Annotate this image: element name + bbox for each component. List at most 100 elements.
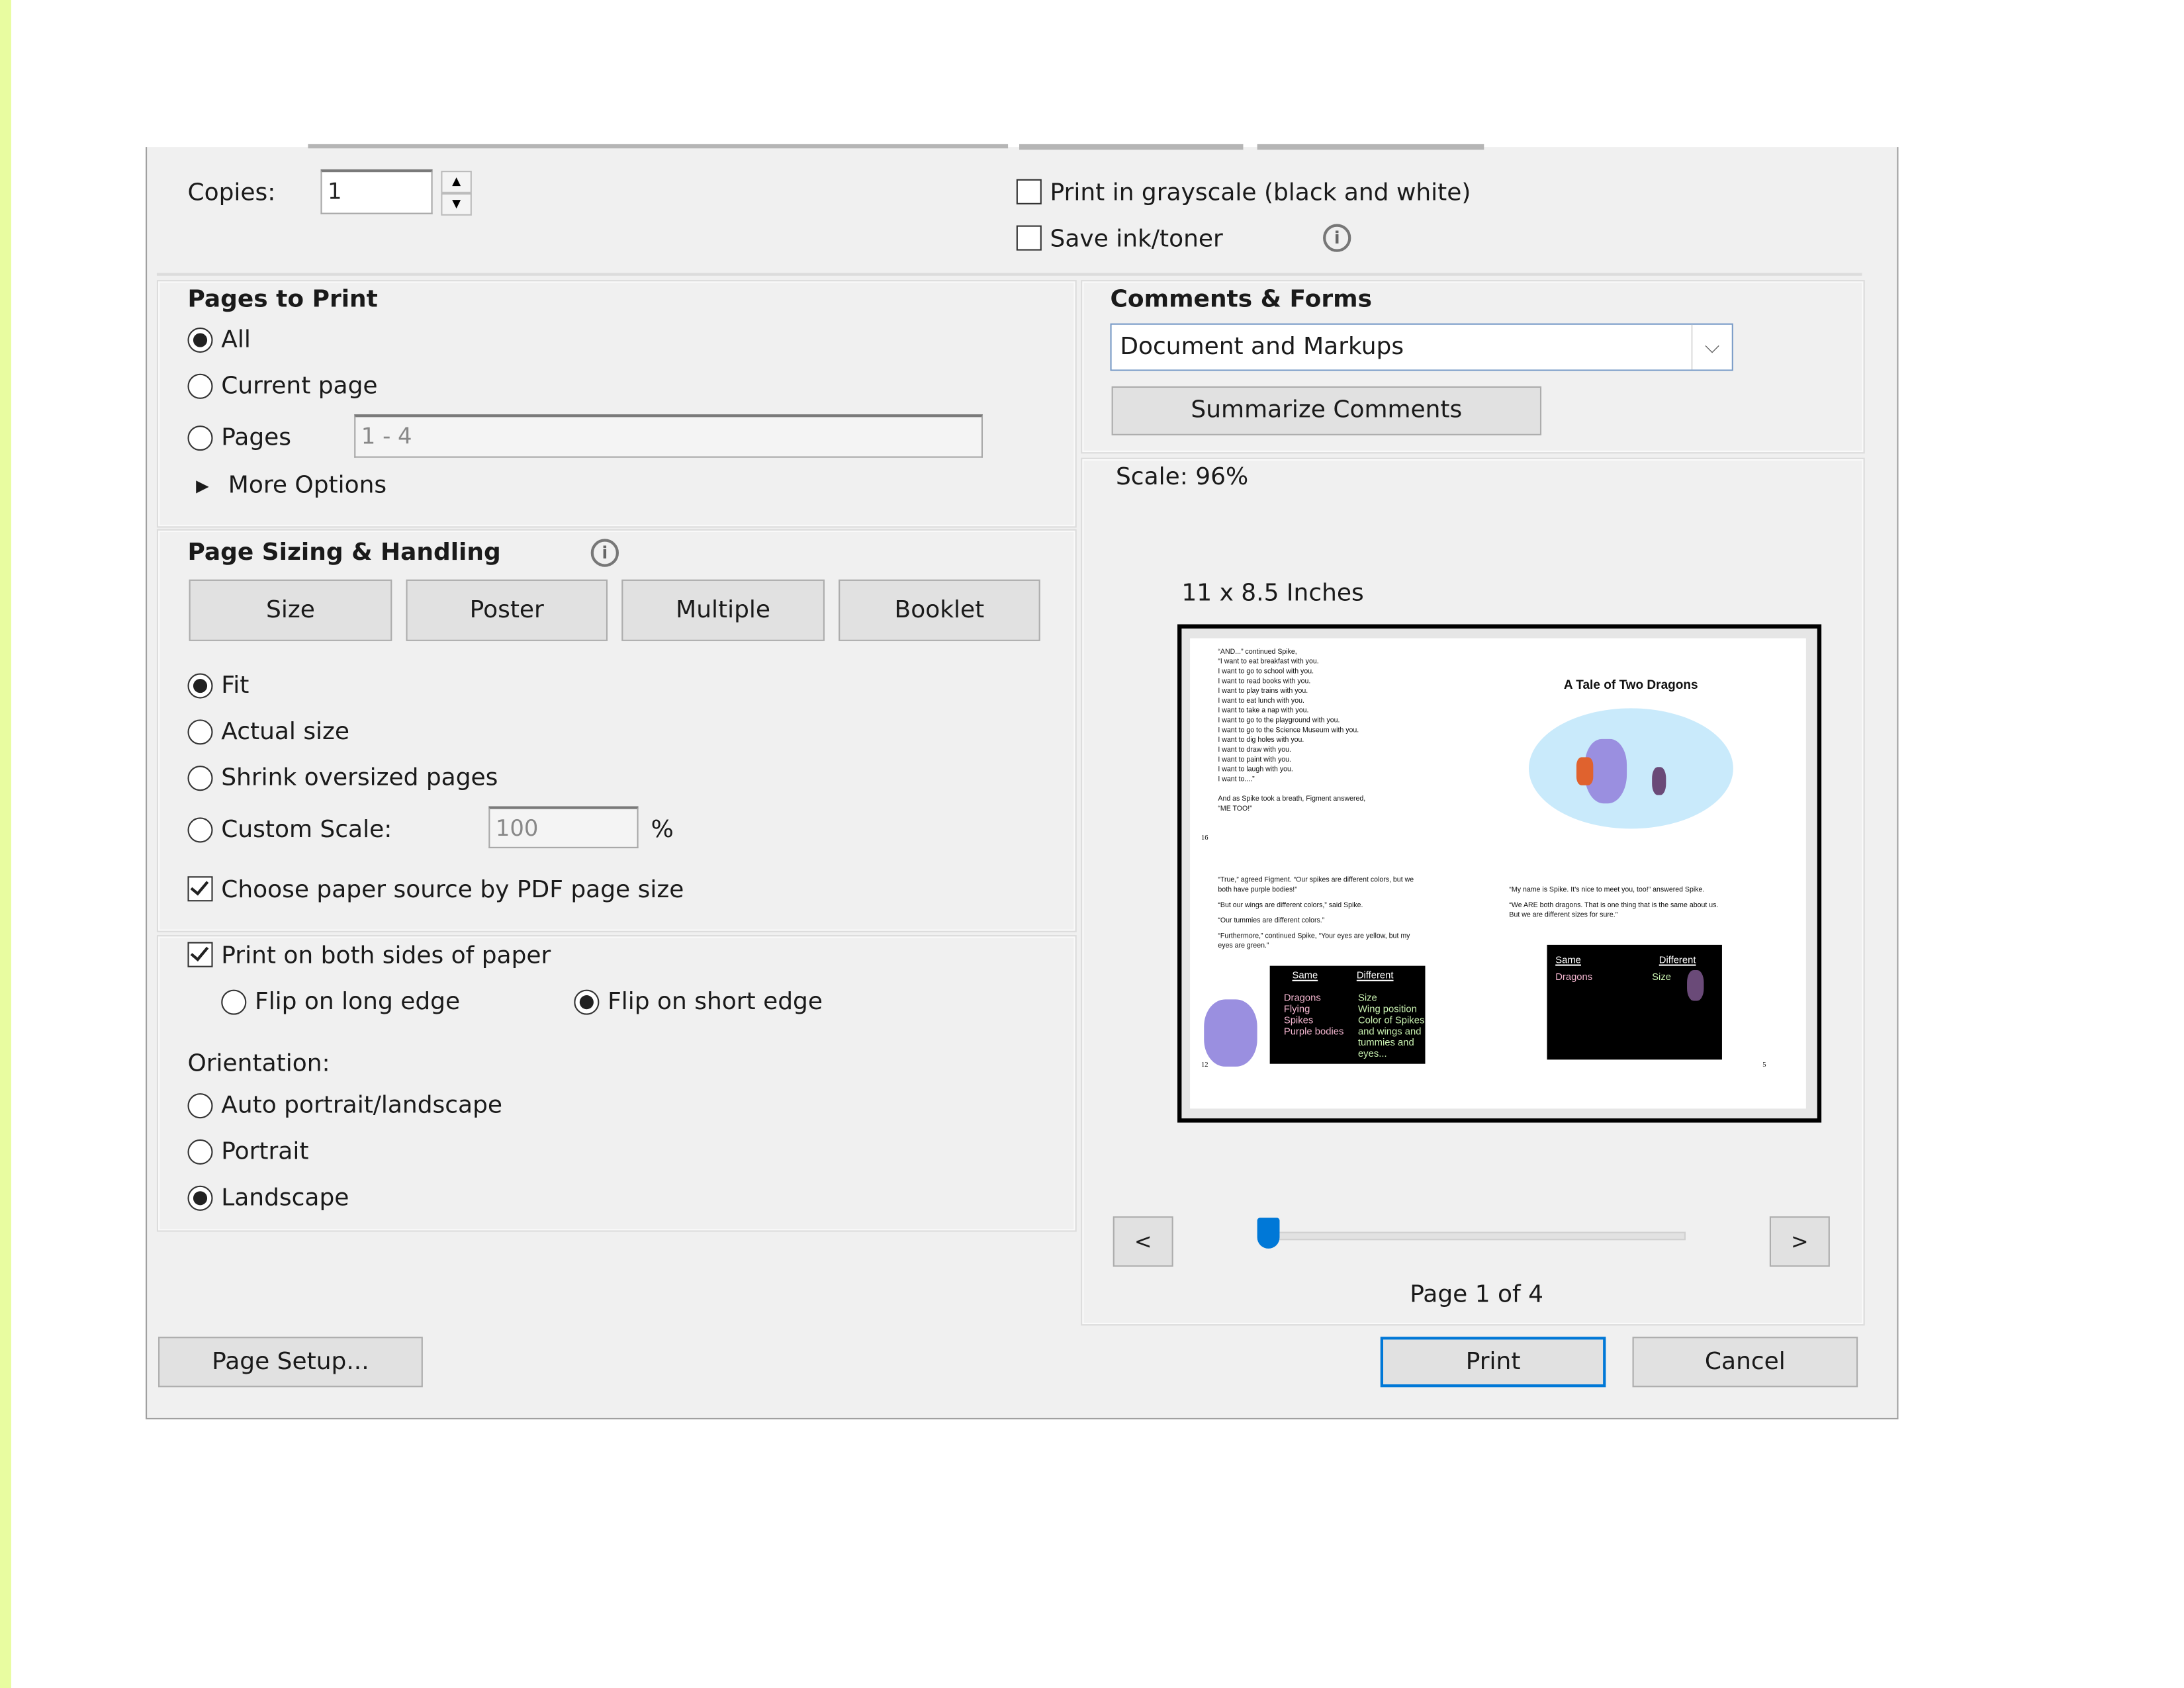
preview-line: Purple bodies <box>1283 1027 1344 1038</box>
preview-line: Size <box>1357 993 1377 1004</box>
chart2-different-heading: Different <box>1659 955 1696 966</box>
print-button[interactable]: Print <box>1380 1337 1606 1388</box>
more-options-toggle[interactable]: More Options <box>228 472 387 500</box>
preview-line: both have purple bodies!” <box>1218 886 1297 895</box>
radio-all[interactable] <box>187 328 213 353</box>
info-icon[interactable]: i <box>590 539 619 567</box>
orientation-label: Orientation: <box>187 1049 330 1078</box>
advanced-button-edge[interactable] <box>1257 144 1484 150</box>
cancel-button[interactable]: Cancel <box>1632 1337 1858 1388</box>
summarize-comments-button[interactable]: Summarize Comments <box>1111 386 1542 435</box>
custom-scale-input[interactable]: 100 <box>488 806 639 848</box>
tab-size[interactable]: Size <box>189 579 392 641</box>
chart1-different-items: Size Wing position Color of Spikes and wing… <box>1358 994 1424 1061</box>
preview-line: I want to go to the Science Museum with … <box>1218 726 1359 735</box>
save-ink-label: Save ink/toner <box>1050 225 1223 253</box>
preview-line: Flying <box>1283 1004 1310 1015</box>
paper-size-label: 11 x 8.5 Inches <box>1181 579 1364 608</box>
radio-custom-scale[interactable] <box>187 817 213 843</box>
preview-line: I want to read books with you. <box>1218 677 1311 686</box>
preview-line: “My name is Spike. It’s nice to meet you… <box>1509 886 1705 895</box>
page-slider-track[interactable] <box>1259 1231 1686 1241</box>
page-setup-button[interactable]: Page Setup... <box>158 1337 423 1388</box>
radio-flip-long-label: Flip on long edge <box>255 988 461 1016</box>
page-sizing-title: Page Sizing & Handling <box>187 539 501 567</box>
save-ink-checkbox[interactable] <box>1016 225 1042 251</box>
info-icon[interactable]: i <box>1323 224 1351 252</box>
radio-custom-scale-label: Custom Scale: <box>221 816 392 844</box>
copies-input[interactable]: 1 <box>320 169 433 214</box>
copies-label: Copies: <box>187 179 276 208</box>
radio-flip-long[interactable] <box>221 989 247 1015</box>
radio-landscape[interactable] <box>187 1185 213 1211</box>
preview-line: “But our wings are different colors,” sa… <box>1218 901 1363 911</box>
page-slider-thumb[interactable] <box>1257 1218 1280 1249</box>
comments-forms-value: Document and Markups <box>1120 333 1404 361</box>
preview-line: “Furthermore,” continued Spike, “Your ey… <box>1218 932 1410 941</box>
preview-text-bottom-left: “True,” agreed Figment. “Our spikes are … <box>1218 876 1414 952</box>
radio-pages-label: Pages <box>221 423 292 453</box>
comparison-chart-2: Same Different Dragons Size <box>1547 944 1722 1060</box>
preview-line: I want to play trains with you. <box>1218 687 1308 696</box>
preview-line: “AND...” continued Spike, <box>1218 648 1297 657</box>
preview-line: “ME TOO!” <box>1218 805 1252 814</box>
radio-auto-orientation-label: Auto portrait/landscape <box>221 1092 503 1120</box>
preview-line: I want to dig holes with you. <box>1218 736 1304 745</box>
chart1-same-items: Dragons Flying Spikes Purple bodies <box>1284 994 1344 1039</box>
expand-triangle-icon[interactable]: ▶ <box>196 472 209 500</box>
page-number-16: 16 <box>1201 835 1208 843</box>
tab-booklet[interactable]: Booklet <box>839 579 1040 641</box>
properties-button-edge[interactable] <box>1019 144 1244 150</box>
radio-shrink[interactable] <box>187 766 213 791</box>
radio-fit[interactable] <box>187 673 213 699</box>
comparison-chart-1: Same Different Dragons Flying Spikes Purple… <box>1269 965 1426 1064</box>
radio-current-page[interactable] <box>187 373 213 399</box>
radio-auto-orientation[interactable] <box>187 1093 213 1119</box>
page-number-12: 12 <box>1201 1062 1208 1070</box>
paper-source-label: Choose paper source by PDF page size <box>221 876 684 905</box>
previous-page-button[interactable]: < <box>1113 1216 1173 1267</box>
radio-flip-short-label: Flip on short edge <box>608 988 823 1016</box>
pages-range-input[interactable]: 1 - 4 <box>354 414 983 458</box>
radio-portrait[interactable] <box>187 1139 213 1165</box>
preview-line: “I want to eat breakfast with you. <box>1218 658 1319 666</box>
preview-line: Wing position <box>1357 1004 1417 1015</box>
grayscale-label: Print in grayscale (black and white) <box>1050 179 1471 208</box>
preview-line: I want to laugh with you. <box>1218 766 1293 774</box>
preview-text-bottom-right: “My name is Spike. It’s nice to meet you… <box>1509 886 1718 921</box>
tab-poster[interactable]: Poster <box>406 579 608 641</box>
comments-forms-title: Comments & Forms <box>1110 285 1372 314</box>
radio-all-label: All <box>221 326 251 355</box>
preview-line: I want to eat lunch with you. <box>1218 697 1304 706</box>
copies-down-icon[interactable]: ▼ <box>441 193 472 216</box>
left-edge-strip <box>0 0 11 1688</box>
preview-line: Dragons <box>1283 993 1321 1004</box>
radio-pages[interactable] <box>187 425 213 451</box>
preview-text-top-left-end: And as Spike took a breath, Figment answ… <box>1218 795 1365 815</box>
radio-fit-label: Fit <box>221 672 250 700</box>
copies-up-icon[interactable]: ▲ <box>441 171 472 193</box>
preview-line: “Our tummies are different colors.” <box>1218 916 1325 926</box>
radio-landscape-label: Landscape <box>221 1184 349 1212</box>
preview-line: tummies and <box>1357 1038 1414 1049</box>
preview-page: “AND...” continued Spike, “I want to eat … <box>1190 638 1806 1109</box>
preview-line: I want to paint with you. <box>1218 756 1291 765</box>
preview-line: I want to draw with you. <box>1218 746 1291 755</box>
printer-select-edge[interactable] <box>308 144 1009 149</box>
grayscale-checkbox[interactable] <box>1016 179 1042 204</box>
paper-source-checkbox[interactable] <box>187 876 213 902</box>
next-page-button[interactable]: > <box>1769 1216 1830 1267</box>
both-sides-label: Print on both sides of paper <box>221 942 551 970</box>
radio-current-page-label: Current page <box>221 372 378 401</box>
chart2-same-heading: Same <box>1555 955 1581 966</box>
scale-readout: Scale: 96% <box>1115 463 1249 492</box>
chevron-down-icon: ⌵ <box>1691 324 1731 370</box>
preview-line: “We ARE both dragons. That is one thing … <box>1509 901 1719 911</box>
both-sides-checkbox[interactable] <box>187 942 213 967</box>
preview-line: But we are different sizes for sure.” <box>1509 911 1618 920</box>
percent-label: % <box>651 816 674 844</box>
comments-forms-select[interactable]: Document and Markups ⌵ <box>1110 323 1733 371</box>
tab-multiple[interactable]: Multiple <box>621 579 825 641</box>
radio-flip-short[interactable] <box>574 989 600 1015</box>
radio-actual-size[interactable] <box>187 719 213 745</box>
